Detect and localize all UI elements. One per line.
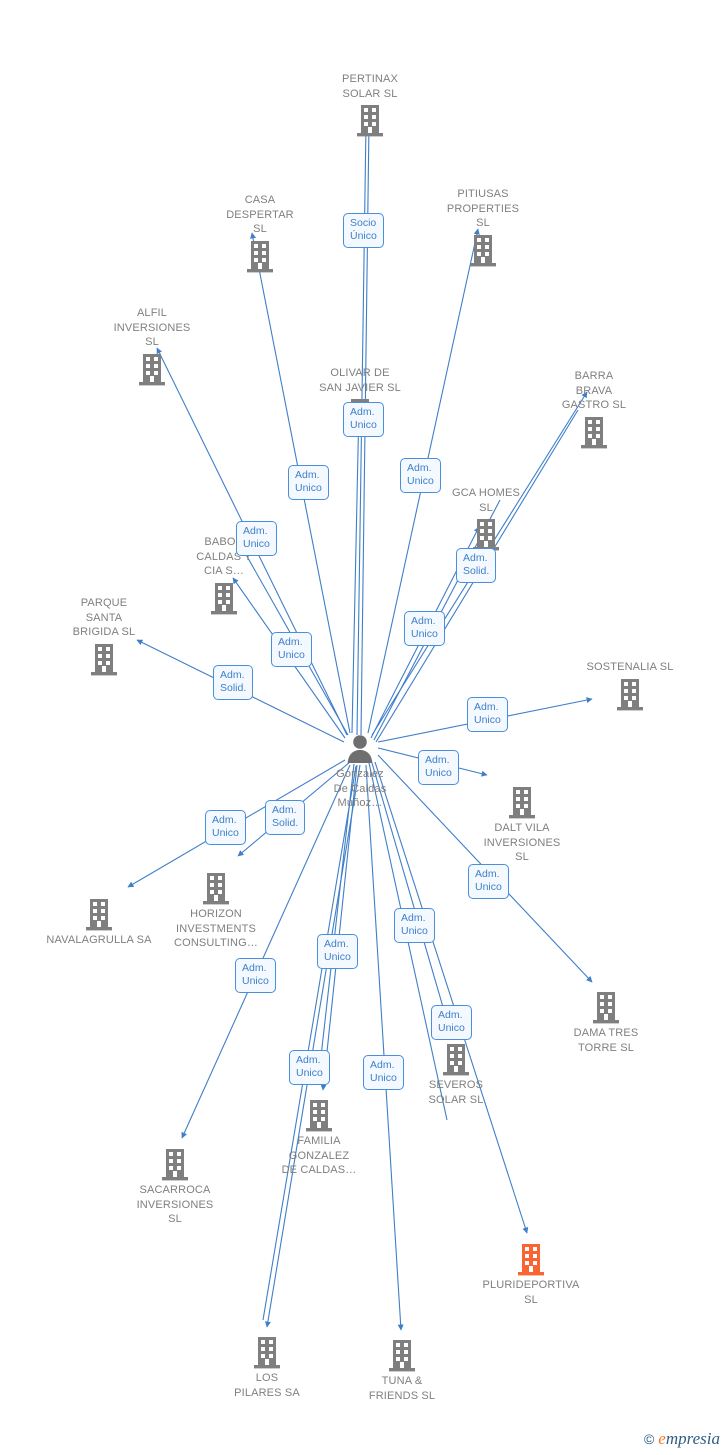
edge-label-navala[interactable]: Adm. Unico (205, 810, 246, 845)
edge-label-familia[interactable]: Adm. Unico (317, 934, 358, 969)
node-alfil-inversiones[interactable]: ALFIL INVERSIONES SL (87, 306, 217, 386)
node-person-center[interactable]: Gonzalez De Caldas Muñoz… (295, 733, 425, 811)
edge-label-pluri[interactable]: Adm. Unico (394, 908, 435, 943)
node-label: LOS PILARES SA (234, 1372, 300, 1399)
building-icon (507, 785, 537, 819)
person-icon (344, 733, 376, 765)
edge-label-pertinax[interactable]: Socio Único (343, 213, 384, 248)
building-icon (160, 1147, 190, 1181)
node-severos-solar[interactable]: SEVEROS SOLAR SL (391, 1042, 521, 1107)
building-icon (468, 233, 498, 267)
node-label: HORIZON INVESTMENTS CONSULTING… (174, 908, 258, 949)
building-icon (209, 581, 239, 615)
node-label: SEVEROS SOLAR SL (428, 1079, 484, 1106)
copyright-icon: © (643, 1431, 655, 1447)
edge-strand-familia-b (317, 763, 355, 1084)
node-label: PITIUSAS PROPERTIES SL (446, 188, 520, 229)
building-icon (441, 1042, 471, 1076)
edge-strand-lospilares-b (262, 765, 357, 1321)
edge-label-tuna[interactable]: Adm. Unico (363, 1055, 404, 1090)
node-sacarroca-inversiones[interactable]: SACARROCA INVERSIONES SL (110, 1147, 240, 1227)
building-icon (137, 352, 167, 386)
node-los-pilares[interactable]: LOS PILARES SA (202, 1335, 332, 1400)
node-label: FAMILIA GONZALEZ DE CALDAS… (281, 1135, 357, 1176)
building-icon (471, 517, 501, 551)
building-icon (201, 871, 231, 905)
edge-gonzalez-familia (320, 764, 358, 1091)
edge-label-sacarroca[interactable]: Adm. Unico (235, 958, 276, 993)
node-label: TUNA & FRIENDS SL (368, 1375, 436, 1402)
node-label: CASA DESPERTAR SL (226, 194, 294, 235)
node-barra-brava-gastro[interactable]: BARRA BRAVA GASTRO SL (529, 369, 659, 449)
building-icon (245, 239, 275, 273)
node-gca-homes[interactable]: GCA HOMES SL (421, 486, 551, 551)
edge-label-olivar[interactable]: Adm. Unico (343, 402, 384, 437)
node-label: PERTINAX SOLAR SL (341, 73, 398, 100)
node-familia-gonzalez-de-caldas[interactable]: FAMILIA GONZALEZ DE CALDAS… (254, 1098, 384, 1178)
node-parque-santa-brigida[interactable]: PARQUE SANTA BRIGIDA SL (39, 596, 169, 676)
edge-label-severos[interactable]: Adm. Unico (431, 1005, 472, 1040)
watermark: © empresia (644, 1429, 720, 1449)
node-navalagrulla[interactable]: NAVALAGRULLA SA (34, 897, 164, 948)
edge-label-casa[interactable]: Adm. Unico (288, 465, 329, 500)
building-icon (579, 415, 609, 449)
node-casa-despertar[interactable]: CASA DESPERTAR SL (195, 193, 325, 273)
node-label: GCA HOMES SL (452, 487, 520, 514)
building-icon (615, 677, 645, 711)
node-label: SOSTENALIA SL (586, 661, 674, 673)
node-pitiusas-properties[interactable]: PITIUSAS PROPERTIES SL (418, 187, 548, 267)
brand-name: empresia (658, 1429, 720, 1448)
node-label: PARQUE SANTA BRIGIDA SL (72, 597, 136, 638)
edge-label-damatres[interactable]: Adm. Unico (468, 864, 509, 899)
edge-label-horizon[interactable]: Adm. Solid. (265, 800, 306, 835)
node-label: OLIVAR DE SAN JAVIER SL (319, 367, 401, 394)
edge-label-alfil[interactable]: Adm. Unico (236, 521, 277, 556)
building-icon (387, 1338, 417, 1372)
edge-label-babor[interactable]: Adm. Unico (271, 632, 312, 667)
node-pertinax-solar[interactable]: PERTINAX SOLAR SL (305, 72, 435, 137)
node-label: SACARROCA INVERSIONES SL (136, 1184, 214, 1225)
edge-gonzalez-olivar (351, 403, 362, 734)
node-label: DALT VILA INVERSIONES SL (483, 822, 561, 863)
building-icon (84, 897, 114, 931)
node-label: NAVALAGRULLA SA (46, 934, 152, 946)
node-label: Gonzalez De Caldas Muñoz… (333, 768, 387, 809)
building-icon (591, 990, 621, 1024)
edge-label-barra[interactable]: Adm. Solid. (456, 548, 497, 583)
node-sostenalia[interactable]: SOSTENALIA SL (565, 660, 695, 711)
node-tuna-friends[interactable]: TUNA & FRIENDS SL (337, 1338, 467, 1403)
edge-label-sostenalia[interactable]: Adm. Unico (467, 697, 508, 732)
edge-label-lospilares[interactable]: Adm. Unico (289, 1050, 330, 1085)
building-icon (304, 1098, 334, 1132)
edge-label-daltvila[interactable]: Adm. Unico (418, 750, 459, 785)
node-label: PLURIDEPORTIVA SL (482, 1279, 580, 1306)
building-icon (89, 642, 119, 676)
node-label: BARRA BRAVA GASTRO SL (561, 370, 627, 411)
node-plurideportiva[interactable]: PLURIDEPORTIVA SL (466, 1242, 596, 1307)
edge-label-pitiusas[interactable]: Adm. Unico (400, 458, 441, 493)
edge-label-gca[interactable]: Adm. Unico (404, 611, 445, 646)
edge-gonzalez-lospilares (264, 764, 361, 1328)
building-icon (252, 1335, 282, 1369)
building-icon (355, 103, 385, 137)
relationship-graph: PERTINAX SOLAR SL CASA DESPERTAR SL PITI… (0, 0, 728, 1455)
node-label: DAMA TRES TORRE SL (573, 1027, 639, 1054)
edge-label-parque[interactable]: Adm. Solid. (213, 665, 254, 700)
node-label: ALFIL INVERSIONES SL (113, 307, 191, 348)
node-dalt-vila-inversiones[interactable]: DALT VILA INVERSIONES SL (457, 785, 587, 865)
node-dama-tres-torre[interactable]: DAMA TRES TORRE SL (541, 990, 671, 1055)
node-horizon-investments[interactable]: HORIZON INVESTMENTS CONSULTING… (151, 871, 281, 951)
building-icon-highlighted (516, 1242, 546, 1276)
